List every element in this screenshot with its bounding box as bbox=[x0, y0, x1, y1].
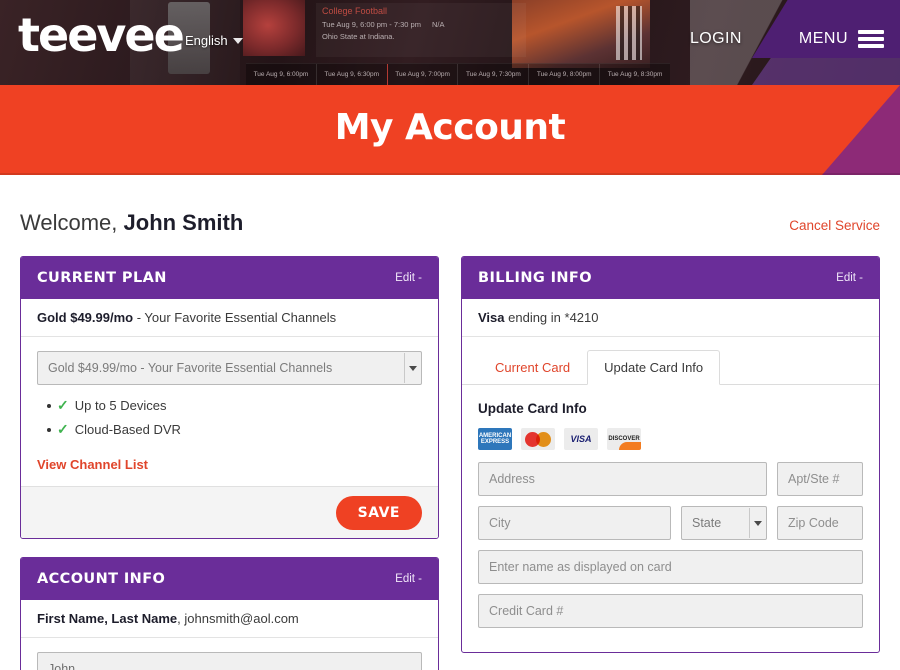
list-item: ✓ Up to 5 Devices bbox=[47, 397, 422, 414]
discover-icon: DISCOVER bbox=[607, 428, 641, 450]
current-plan-header: CURRENT PLAN Edit - bbox=[21, 257, 438, 299]
card-brand: Visa bbox=[478, 310, 505, 325]
guide-timeslot: Tue Aug 9, 8:30pm bbox=[607, 70, 663, 78]
menu-button[interactable]: MENU bbox=[799, 30, 884, 48]
state-select[interactable]: State bbox=[681, 506, 767, 540]
billing-tabs: Current Card Update Card Info bbox=[462, 337, 879, 385]
current-plan-edit-button[interactable]: Edit - bbox=[395, 272, 422, 284]
account-info-edit-button[interactable]: Edit - bbox=[395, 573, 422, 585]
amex-icon: AMERICAN EXPRESS bbox=[478, 428, 512, 450]
current-plan-card: CURRENT PLAN Edit - Gold $49.99/mo - You… bbox=[20, 256, 439, 539]
accepted-cards-logos: AMERICAN EXPRESS VISA DISCOVER bbox=[462, 416, 879, 450]
update-card-section-title: Update Card Info bbox=[478, 401, 587, 416]
current-plan-title: CURRENT PLAN bbox=[37, 270, 167, 286]
panels-container: CURRENT PLAN Edit - Gold $49.99/mo - You… bbox=[20, 256, 880, 670]
guide-timeslot-strip: Tue Aug 9, 6:00pm Tue Aug 9, 6:30pm Tue … bbox=[246, 63, 670, 85]
list-item: ✓ Cloud-Based DVR bbox=[47, 421, 422, 438]
check-icon: ✓ bbox=[57, 421, 69, 437]
chevron-down-icon bbox=[749, 508, 765, 538]
account-info-body bbox=[21, 638, 438, 670]
name-on-card-row bbox=[478, 550, 863, 584]
credit-card-row bbox=[478, 594, 863, 628]
billing-info-card: BILLING INFO Edit - Visa ending in *4210… bbox=[461, 256, 880, 653]
top-navigation-bar: College Football Tue Aug 9, 6:00 pm - 7:… bbox=[0, 0, 900, 85]
plan-features-list: ✓ Up to 5 Devices ✓ Cloud-Based DVR bbox=[47, 397, 422, 438]
tab-update-card-info[interactable]: Update Card Info bbox=[587, 350, 721, 385]
guide-timeslot: Tue Aug 9, 7:30pm bbox=[458, 63, 530, 85]
guide-timeslot: Tue Aug 9, 6:30pm bbox=[317, 63, 388, 85]
language-selector[interactable]: English bbox=[185, 33, 243, 48]
guide-program-time: Tue Aug 9, 6:00 pm - 7:30 pm bbox=[322, 20, 421, 29]
football-thumbnail-left bbox=[243, 0, 305, 56]
plan-select-value: Gold $49.99/mo - Your Favorite Essential… bbox=[48, 361, 333, 375]
city-input[interactable] bbox=[478, 506, 671, 540]
state-select-value: State bbox=[692, 516, 722, 530]
account-info-summary: First Name, Last Name, johnsmith@aol.com bbox=[21, 600, 438, 638]
current-plan-summary: Gold $49.99/mo - Your Favorite Essential… bbox=[21, 299, 438, 337]
guide-timeslot: Tue Aug 9, 7:00pm bbox=[388, 63, 459, 85]
page-hero-banner: My Account bbox=[0, 85, 900, 175]
current-plan-body: Gold $49.99/mo - Your Favorite Essential… bbox=[21, 337, 438, 486]
plan-select[interactable]: Gold $49.99/mo - Your Favorite Essential… bbox=[37, 351, 422, 385]
page-title: My Account bbox=[334, 107, 566, 148]
billing-card-summary: Visa ending in *4210 bbox=[462, 299, 879, 337]
bullet-icon bbox=[47, 427, 51, 432]
hamburger-icon bbox=[858, 30, 884, 48]
apt-input[interactable] bbox=[777, 462, 863, 496]
update-card-form: State bbox=[462, 450, 879, 652]
credit-card-input[interactable] bbox=[478, 594, 863, 628]
amex-line2: EXPRESS bbox=[480, 439, 510, 445]
welcome-prefix: Welcome, bbox=[20, 210, 124, 235]
login-link[interactable]: LOGIN bbox=[690, 30, 742, 48]
mastercard-icon bbox=[521, 428, 555, 450]
account-email: , johnsmith@aol.com bbox=[177, 611, 299, 626]
main-content: Welcome, John Smith Cancel Service CURRE… bbox=[0, 175, 900, 670]
account-info-card: ACCOUNT INFO Edit - First Name, Last Nam… bbox=[20, 557, 439, 670]
zip-input[interactable] bbox=[777, 506, 863, 540]
tab-current-card[interactable]: Current Card bbox=[478, 350, 587, 385]
language-label: English bbox=[185, 33, 228, 48]
current-plan-footer: SAVE bbox=[21, 486, 438, 538]
football-thumbnail-right bbox=[512, 0, 650, 68]
feature-label: Up to 5 Devices bbox=[74, 398, 167, 413]
name-on-card-input[interactable] bbox=[478, 550, 863, 584]
plan-description: - Your Favorite Essential Channels bbox=[133, 310, 337, 325]
cancel-service-link[interactable]: Cancel Service bbox=[789, 218, 880, 233]
billing-info-title: BILLING INFO bbox=[478, 270, 592, 286]
billing-info-header: BILLING INFO Edit - bbox=[462, 257, 879, 299]
first-name-input[interactable] bbox=[37, 652, 422, 670]
chevron-down-icon bbox=[404, 353, 420, 383]
billing-info-edit-button[interactable]: Edit - bbox=[836, 272, 863, 284]
feature-label: Cloud-Based DVR bbox=[74, 422, 181, 437]
welcome-row: Welcome, John Smith Cancel Service bbox=[20, 175, 880, 236]
right-column: BILLING INFO Edit - Visa ending in *4210… bbox=[461, 256, 880, 670]
account-info-header: ACCOUNT INFO Edit - bbox=[21, 558, 438, 600]
guide-program-subtitle: Ohio State at Indiana. bbox=[322, 32, 395, 41]
guide-timeslot: Tue Aug 9, 6:00pm bbox=[246, 63, 317, 85]
guide-timeslot: Tue Aug 9, 8:00pm bbox=[529, 63, 601, 85]
menu-label: MENU bbox=[798, 30, 848, 47]
site-logo[interactable]: teevee bbox=[18, 8, 185, 62]
address-input[interactable] bbox=[478, 462, 767, 496]
user-name: John Smith bbox=[123, 210, 244, 235]
save-button[interactable]: SAVE bbox=[335, 495, 422, 530]
card-suffix: ending in *4210 bbox=[504, 310, 599, 325]
left-column: CURRENT PLAN Edit - Gold $49.99/mo - You… bbox=[20, 256, 439, 670]
account-names-label: First Name, Last Name bbox=[37, 611, 178, 626]
view-channel-list-link[interactable]: View Channel List bbox=[37, 457, 148, 472]
guide-program-title: College Football bbox=[322, 6, 388, 16]
address-row bbox=[478, 462, 863, 496]
bullet-icon bbox=[47, 403, 51, 408]
guide-program-rating: N/A bbox=[432, 20, 445, 29]
plan-name: Gold $49.99/mo bbox=[37, 310, 134, 325]
chevron-down-icon bbox=[232, 37, 243, 44]
check-icon: ✓ bbox=[57, 397, 69, 413]
account-info-title: ACCOUNT INFO bbox=[37, 571, 166, 587]
visa-icon: VISA bbox=[564, 428, 598, 450]
welcome-greeting: Welcome, John Smith bbox=[20, 210, 243, 236]
city-state-zip-row: State bbox=[478, 506, 863, 540]
